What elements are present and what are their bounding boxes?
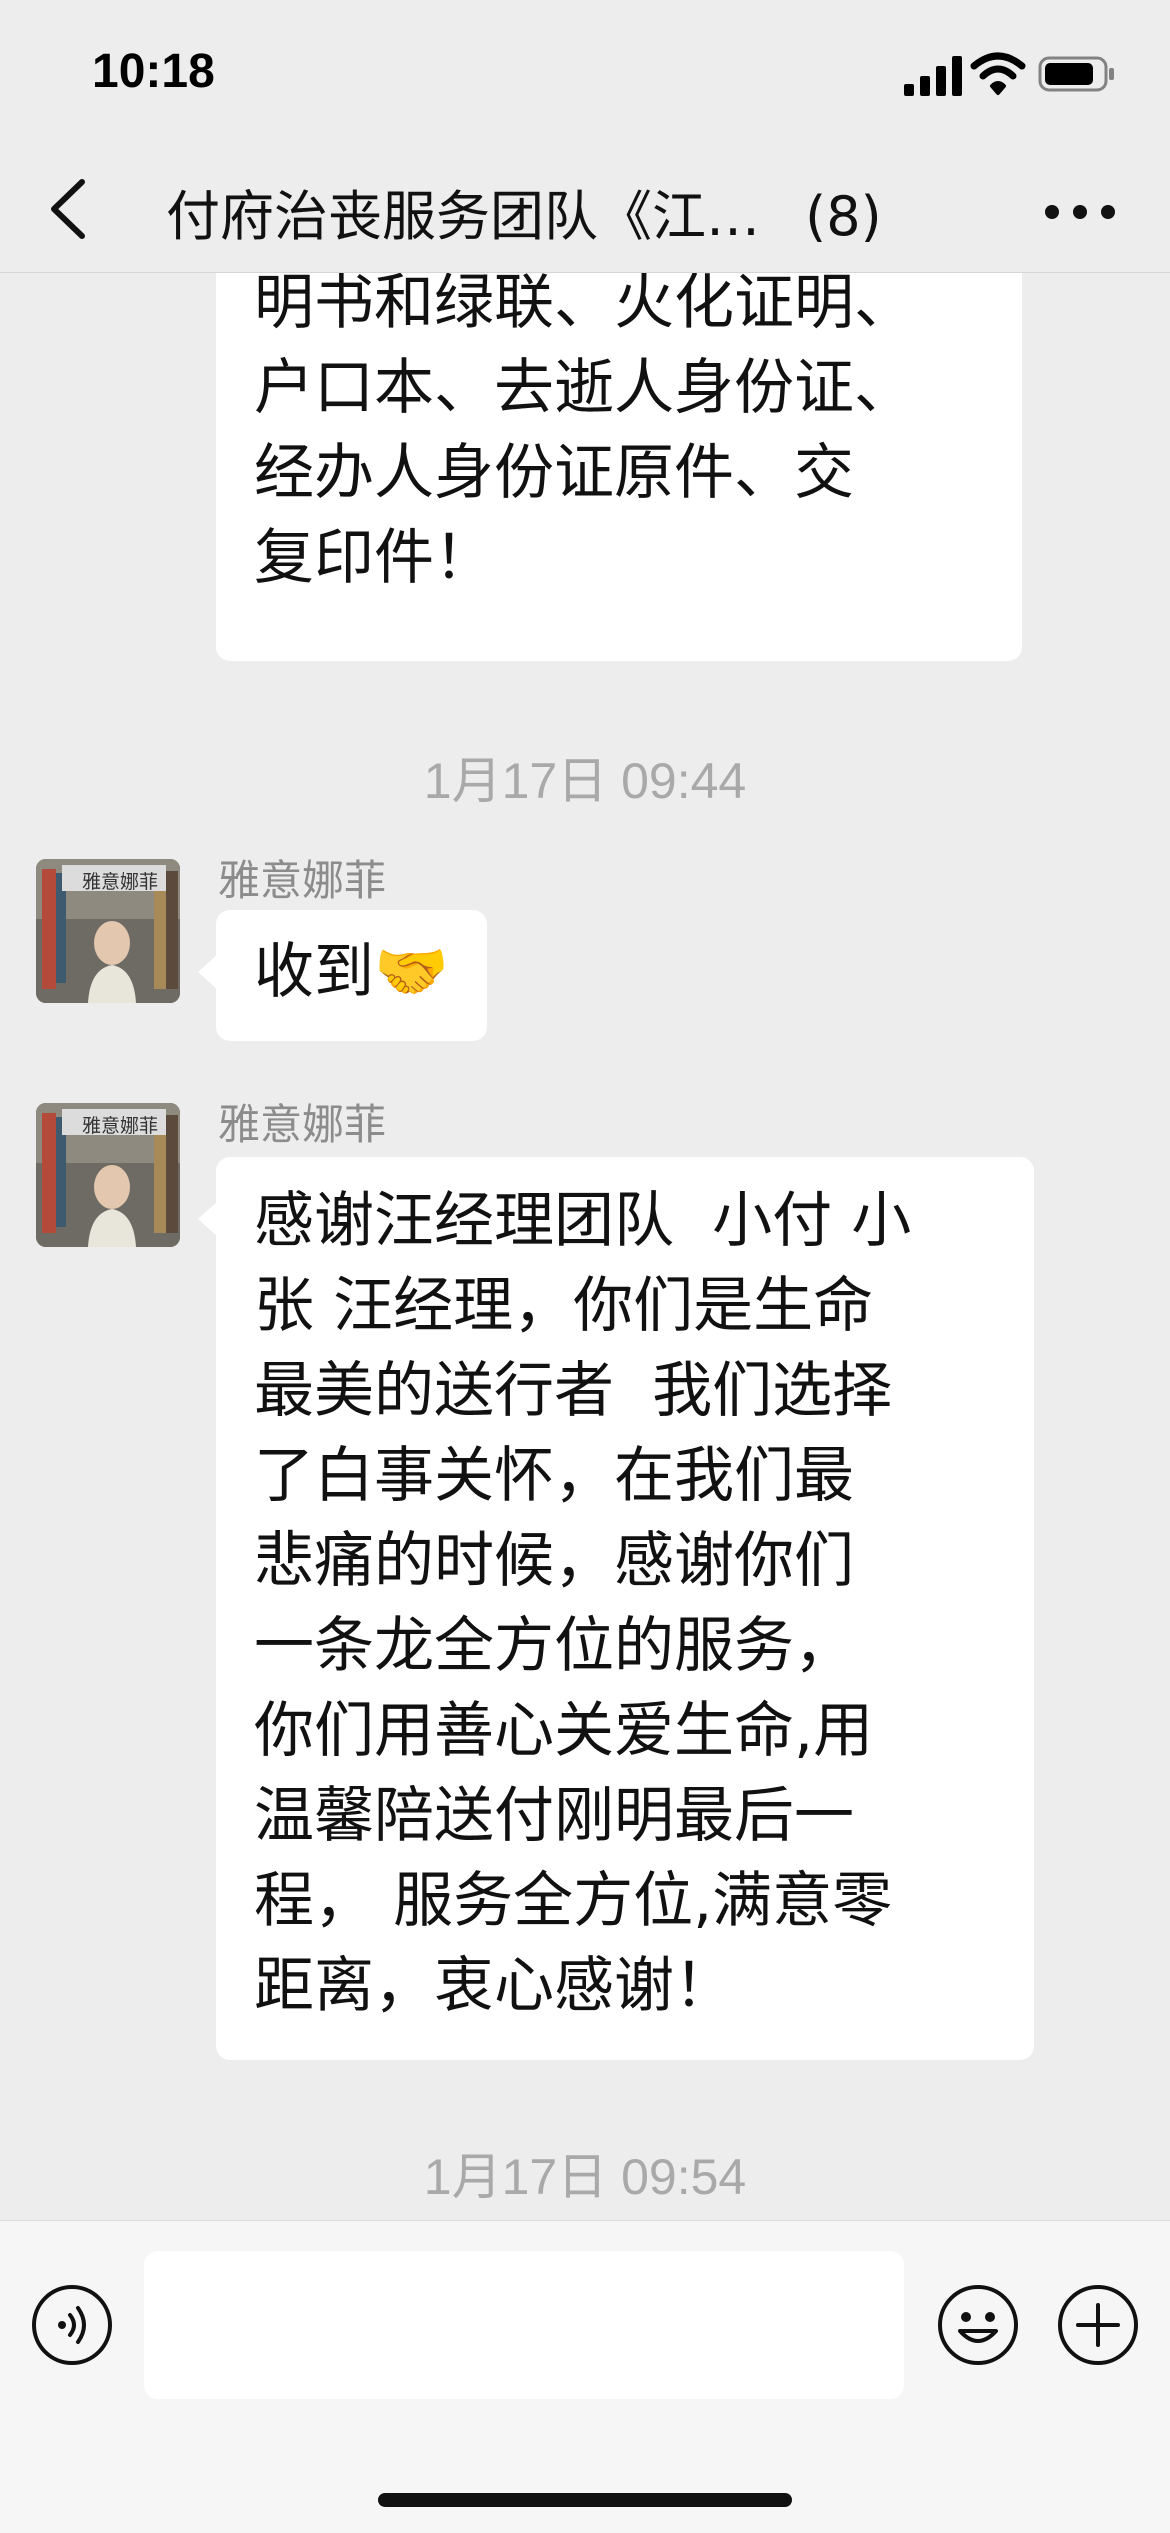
voice-icon[interactable]: [30, 2283, 114, 2367]
avatar[interactable]: 雅意娜菲: [36, 859, 180, 1003]
chat-header: 付府治丧服务团队《江… (8): [0, 150, 1170, 273]
message-text: 感谢汪经理团队 小付 小 张 汪经理，你们是生命 最美的送行者 我们选择 了白事…: [254, 1186, 912, 2021]
avatar-caption: 雅意娜菲: [81, 1115, 158, 1137]
sender-name: 雅意娜菲: [218, 856, 387, 905]
chevron-left-icon[interactable]: [44, 176, 92, 242]
message-list[interactable]: 单位办理，带上死亡证 明书和绿联、火化证明、 户口本、去逝人身份证、 经办人身份…: [0, 273, 1170, 2220]
message-bubble[interactable]: 单位办理，带上死亡证 明书和绿联、火化证明、 户口本、去逝人身份证、 经办人身份…: [216, 273, 1022, 661]
battery-icon: [1038, 56, 1114, 92]
home-indicator: [378, 2493, 792, 2507]
status-bar: 10:18: [0, 0, 1170, 150]
more-dots-icon[interactable]: [1044, 202, 1116, 222]
avatar[interactable]: 雅意娜菲: [36, 1103, 180, 1247]
avatar-caption: 雅意娜菲: [81, 871, 158, 893]
message-timestamp: 1月17日 09:54: [423, 2149, 747, 2205]
chat-title: 付府治丧服务团队《江… (8): [166, 172, 966, 251]
message-text: 收到🤝: [254, 937, 449, 1007]
message-bubble[interactable]: 收到🤝: [198, 910, 487, 1041]
plus-icon[interactable]: [1056, 2283, 1140, 2367]
input-bar: [0, 2220, 1170, 2533]
message-text: 单位办理，带上死亡证 明书和绿联、火化证明、 户口本、去逝人身份证、 经办人身份…: [254, 273, 914, 593]
status-time: 10:18: [92, 45, 215, 98]
message-input[interactable]: [144, 2251, 904, 2399]
message-timestamp: 1月17日 09:44: [423, 753, 747, 809]
wifi-icon: [970, 52, 1026, 95]
sender-name: 雅意娜菲: [218, 1100, 387, 1149]
cellular-signal-icon: [904, 56, 962, 96]
message-bubble[interactable]: 感谢汪经理团队 小付 小 张 汪经理，你们是生命 最美的送行者 我们选择 了白事…: [198, 1157, 1034, 2060]
emoji-icon[interactable]: [936, 2283, 1020, 2367]
member-count: (8): [805, 185, 882, 248]
group-name: 付府治丧服务团队《江…: [166, 185, 760, 248]
